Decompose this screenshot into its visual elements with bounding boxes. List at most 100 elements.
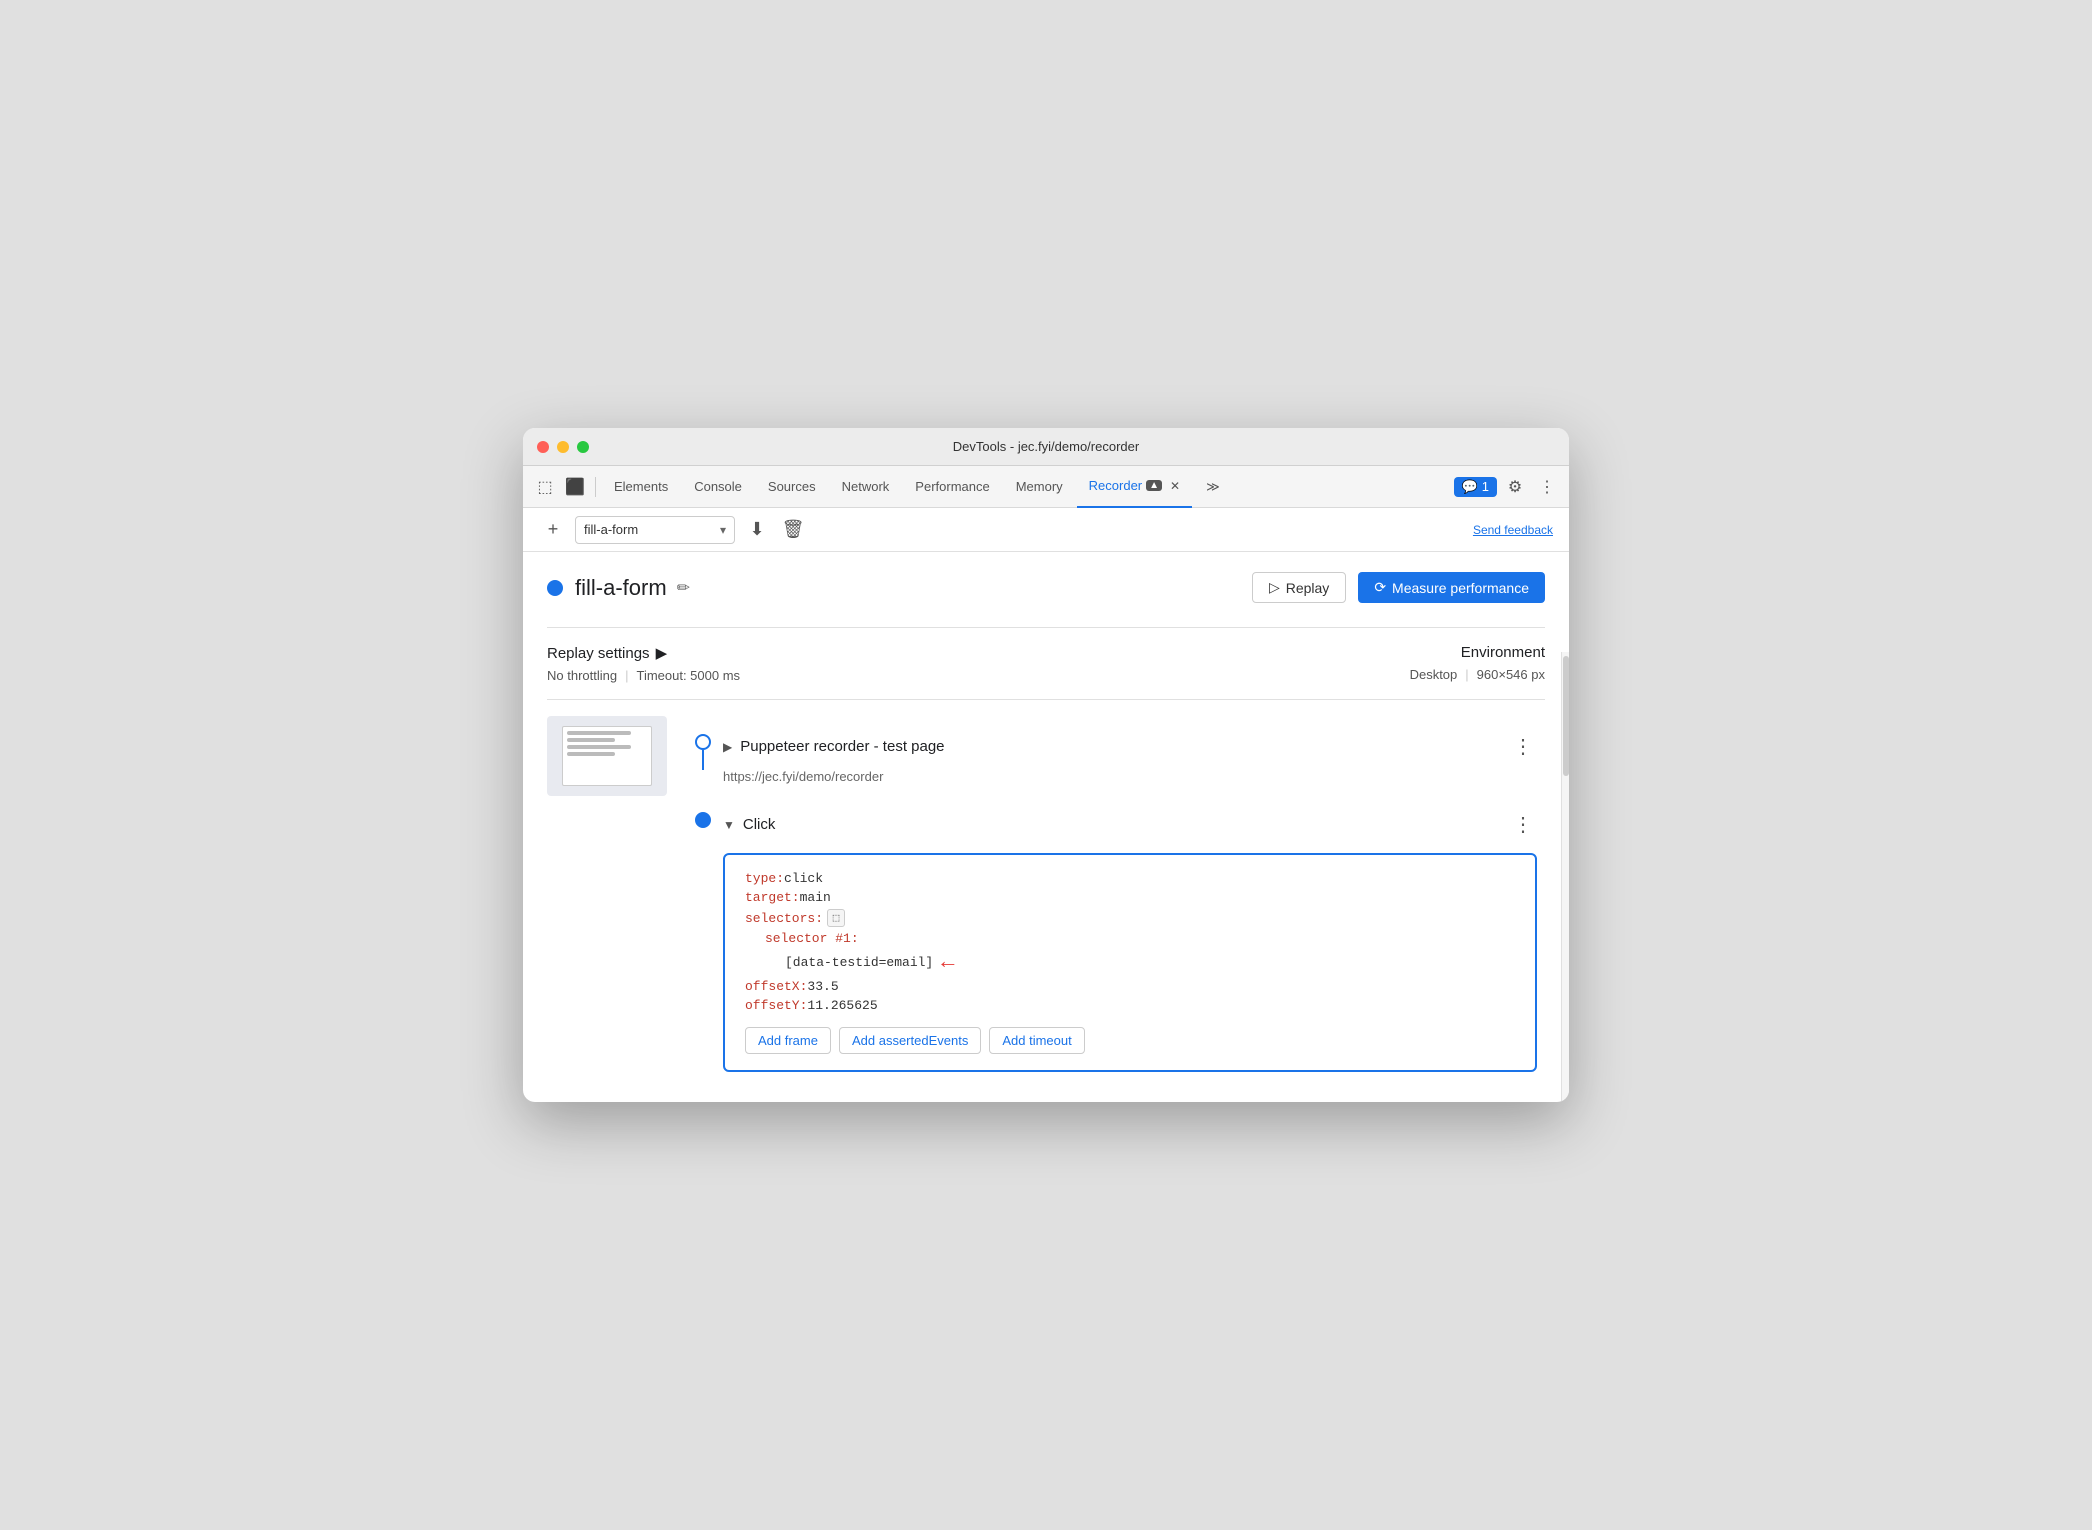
code-selectors-line: selectors: ⬚ (745, 909, 1515, 927)
code-target-val: main (800, 890, 831, 905)
scrollbar[interactable] (1561, 652, 1569, 1102)
step-click: ▼ Click ⋮ type: click (683, 794, 1545, 1082)
environment-size: 960×546 px (1477, 667, 1545, 682)
env-separator: | (1465, 667, 1468, 682)
tab-more[interactable]: ≫ (1194, 466, 1232, 508)
minimize-button[interactable] (557, 441, 569, 453)
recorder-toolbar: + fill-a-form ▾ ⬇ 🗑 Send feedback (523, 508, 1569, 552)
code-target-line: target: main (745, 890, 1515, 905)
code-actions: Add frame Add assertedEvents Add timeout (745, 1027, 1515, 1054)
step-line-col-1 (683, 716, 723, 770)
tab-sources[interactable]: Sources (756, 466, 828, 508)
tab-performance[interactable]: Performance (903, 466, 1001, 508)
delete-recording-button[interactable]: 🗑 (779, 516, 807, 544)
code-offsety-val: 11.265625 (807, 998, 877, 1013)
thumbnail-inner (562, 726, 652, 786)
steps-area: ▶ Puppeteer recorder - test page ⋮ https… (547, 716, 1545, 1082)
close-button[interactable] (537, 441, 549, 453)
page-thumbnail (547, 716, 667, 796)
code-type-key: type: (745, 871, 784, 886)
tab-console[interactable]: Console (682, 466, 754, 508)
chevron-down-icon: ▾ (720, 523, 726, 537)
main-content: fill-a-form ✏ ▷ Replay ⟳ Measure perform… (523, 552, 1569, 1102)
recording-status-dot (547, 580, 563, 596)
step-navigate-expand-icon: ▶ (723, 740, 732, 754)
recorder-badge: ▲ (1146, 480, 1162, 491)
step-click-title: Click (743, 816, 776, 833)
settings-right: Environment Desktop | 960×546 px (1410, 644, 1545, 682)
maximize-button[interactable] (577, 441, 589, 453)
thumb-line-4 (567, 752, 615, 756)
tabbar-separator (595, 477, 596, 497)
replay-button[interactable]: ▷ Replay (1252, 572, 1346, 603)
environment-title: Environment (1410, 644, 1545, 661)
thumb-line-1 (567, 731, 631, 735)
code-type-line: type: click (745, 871, 1515, 886)
measure-performance-button[interactable]: ⟳ Measure performance (1358, 572, 1545, 603)
step-click-menu[interactable]: ⋮ (1513, 812, 1533, 837)
code-offsety-key: offsetY: (745, 998, 807, 1013)
settings-expand-icon: ▶ (656, 644, 668, 662)
throttling-value: No throttling (547, 668, 617, 683)
settings-sub: No throttling | Timeout: 5000 ms (547, 668, 1410, 683)
thumbnail-col (547, 716, 667, 1082)
step-navigate-menu[interactable]: ⋮ (1513, 734, 1533, 759)
settings-row: Replay settings ▶ No throttling | Timeou… (547, 627, 1545, 700)
code-selector-val-line: [data-testid=email] ← (785, 950, 1515, 975)
window-body: fill-a-form ✏ ▷ Replay ⟳ Measure perform… (523, 552, 1569, 1102)
settings-icon[interactable]: ⚙ (1501, 473, 1529, 501)
devtools-tabbar: ⬚ ⬛ Elements Console Sources Network Per… (523, 466, 1569, 508)
recording-selector[interactable]: fill-a-form ▾ (575, 516, 735, 544)
step-circle-1 (695, 734, 711, 750)
more-options-icon[interactable]: ⋮ (1533, 473, 1561, 501)
step-line-col-2 (683, 794, 723, 828)
scrollbar-thumb[interactable] (1563, 656, 1569, 776)
settings-separator: | (625, 668, 628, 683)
device-icon[interactable]: ⬛ (561, 473, 589, 501)
code-selector-val: [data-testid=email] (785, 955, 933, 970)
click-code-block: type: click target: main selectors: ⬚ (723, 853, 1537, 1072)
tabbar-actions: 💬 1 ⚙ ⋮ (1454, 473, 1561, 501)
selector-icon[interactable]: ⬚ (827, 909, 845, 927)
tab-network[interactable]: Network (830, 466, 902, 508)
recording-name: fill-a-form (584, 522, 714, 537)
step-navigate-title: Puppeteer recorder - test page (740, 738, 944, 755)
code-selectors-key: selectors: (745, 911, 823, 926)
thumb-line-2 (567, 738, 615, 742)
step-vline-1 (702, 750, 704, 770)
export-recording-button[interactable]: ⬇ (743, 516, 771, 544)
code-selector1-key: selector #1: (765, 931, 859, 946)
edit-title-icon[interactable]: ✏ (677, 578, 690, 598)
close-tab-icon[interactable]: ✕ (1170, 479, 1180, 493)
step-navigate-title-row: ▶ Puppeteer recorder - test page (723, 738, 945, 755)
add-recording-button[interactable]: + (539, 516, 567, 544)
play-icon: ▷ (1269, 579, 1280, 596)
add-frame-button[interactable]: Add frame (745, 1027, 831, 1054)
console-icon: 💬 (1462, 479, 1478, 495)
tab-memory[interactable]: Memory (1004, 466, 1075, 508)
tab-elements[interactable]: Elements (602, 466, 680, 508)
window-title: DevTools - jec.fyi/demo/recorder (953, 439, 1139, 454)
step-click-header[interactable]: ▼ Click ⋮ (723, 804, 1545, 845)
step-circle-2 (695, 812, 711, 828)
add-timeout-button[interactable]: Add timeout (989, 1027, 1084, 1054)
steps-col: ▶ Puppeteer recorder - test page ⋮ https… (683, 716, 1545, 1082)
console-notification[interactable]: 💬 1 (1454, 477, 1497, 497)
replay-settings-title[interactable]: Replay settings ▶ (547, 644, 1410, 662)
send-feedback-link[interactable]: Send feedback (1473, 523, 1553, 537)
inspect-icon[interactable]: ⬚ (531, 473, 559, 501)
step-navigate: ▶ Puppeteer recorder - test page ⋮ https… (683, 716, 1545, 794)
environment-value: Desktop (1410, 667, 1458, 682)
code-selector1-line: selector #1: (765, 931, 1515, 946)
recording-actions: ▷ Replay ⟳ Measure performance (1252, 572, 1545, 603)
code-offsetx-line: offsetX: 33.5 (745, 979, 1515, 994)
tab-recorder[interactable]: Recorder ▲ ✕ (1077, 466, 1192, 508)
step-navigate-header[interactable]: ▶ Puppeteer recorder - test page ⋮ (723, 726, 1545, 767)
code-offsetx-key: offsetX: (745, 979, 807, 994)
step-click-expand-icon: ▼ (723, 818, 735, 832)
timeout-value: Timeout: 5000 ms (636, 668, 740, 683)
thumb-line-3 (567, 745, 631, 749)
step-navigate-subtitle: https://jec.fyi/demo/recorder (723, 769, 1545, 784)
add-asserted-events-button[interactable]: Add assertedEvents (839, 1027, 981, 1054)
step-navigate-content: ▶ Puppeteer recorder - test page ⋮ https… (723, 716, 1545, 794)
